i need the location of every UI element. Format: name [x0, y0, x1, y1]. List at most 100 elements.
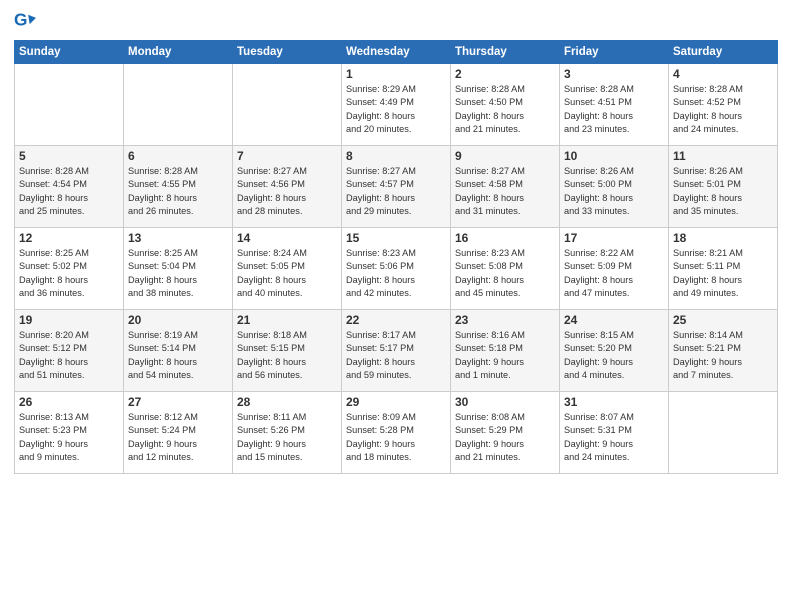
day-number: 7 — [237, 149, 337, 163]
day-cell: 6 Sunrise: 8:28 AM Sunset: 4:55 PM Daylig… — [124, 146, 233, 228]
calendar-table: SundayMondayTuesdayWednesdayThursdayFrid… — [14, 40, 778, 474]
day-info: Sunrise: 8:22 AM Sunset: 5:09 PM Dayligh… — [564, 247, 664, 300]
day-number: 18 — [673, 231, 773, 245]
day-cell: 11 Sunrise: 8:26 AM Sunset: 5:01 PM Dayli… — [669, 146, 778, 228]
day-number: 5 — [19, 149, 119, 163]
day-cell: 7 Sunrise: 8:27 AM Sunset: 4:56 PM Daylig… — [233, 146, 342, 228]
day-info: Sunrise: 8:08 AM Sunset: 5:29 PM Dayligh… — [455, 411, 555, 464]
day-info: Sunrise: 8:23 AM Sunset: 5:08 PM Dayligh… — [455, 247, 555, 300]
day-number: 8 — [346, 149, 446, 163]
day-info: Sunrise: 8:15 AM Sunset: 5:20 PM Dayligh… — [564, 329, 664, 382]
day-cell — [669, 392, 778, 474]
day-number: 6 — [128, 149, 228, 163]
day-info: Sunrise: 8:28 AM Sunset: 4:52 PM Dayligh… — [673, 83, 773, 136]
calendar-body: 1 Sunrise: 8:29 AM Sunset: 4:49 PM Daylig… — [15, 64, 778, 474]
day-number: 12 — [19, 231, 119, 245]
day-cell: 26 Sunrise: 8:13 AM Sunset: 5:23 PM Dayli… — [15, 392, 124, 474]
day-number: 11 — [673, 149, 773, 163]
day-cell: 22Sunrise: 8:17 AM Sunset: 5:17 PM Dayli… — [342, 310, 451, 392]
day-number: 23 — [455, 313, 555, 327]
day-info: Sunrise: 8:07 AM Sunset: 5:31 PM Dayligh… — [564, 411, 664, 464]
day-info: Sunrise: 8:27 AM Sunset: 4:57 PM Dayligh… — [346, 165, 446, 218]
day-cell — [15, 64, 124, 146]
svg-text:G: G — [14, 10, 27, 30]
week-row-1: 1 Sunrise: 8:29 AM Sunset: 4:49 PM Daylig… — [15, 64, 778, 146]
day-number: 15 — [346, 231, 446, 245]
day-number: 13 — [128, 231, 228, 245]
day-info: Sunrise: 8:19 AM Sunset: 5:14 PM Dayligh… — [128, 329, 228, 382]
header: G — [14, 10, 778, 32]
day-info: Sunrise: 8:28 AM Sunset: 4:51 PM Dayligh… — [564, 83, 664, 136]
day-cell: 27Sunrise: 8:12 AM Sunset: 5:24 PM Dayli… — [124, 392, 233, 474]
day-info: Sunrise: 8:29 AM Sunset: 4:49 PM Dayligh… — [346, 83, 446, 136]
day-cell: 23 Sunrise: 8:16 AM Sunset: 5:18 PM Dayli… — [451, 310, 560, 392]
day-number: 19 — [19, 313, 119, 327]
day-cell: 25 Sunrise: 8:14 AM Sunset: 5:21 PM Dayli… — [669, 310, 778, 392]
day-info: Sunrise: 8:09 AM Sunset: 5:28 PM Dayligh… — [346, 411, 446, 464]
day-cell: 30 Sunrise: 8:08 AM Sunset: 5:29 PM Dayli… — [451, 392, 560, 474]
day-cell: 28 Sunrise: 8:11 AM Sunset: 5:26 PM Dayli… — [233, 392, 342, 474]
day-info: Sunrise: 8:27 AM Sunset: 4:58 PM Dayligh… — [455, 165, 555, 218]
day-info: Sunrise: 8:17 AM Sunset: 5:17 PM Dayligh… — [346, 329, 446, 382]
week-row-2: 5 Sunrise: 8:28 AM Sunset: 4:54 PM Daylig… — [15, 146, 778, 228]
header-cell-monday: Monday — [124, 41, 233, 64]
day-cell: 8 Sunrise: 8:27 AM Sunset: 4:57 PM Daylig… — [342, 146, 451, 228]
day-cell: 12 Sunrise: 8:25 AM Sunset: 5:02 PM Dayli… — [15, 228, 124, 310]
header-row: SundayMondayTuesdayWednesdayThursdayFrid… — [15, 41, 778, 64]
day-info: Sunrise: 8:24 AM Sunset: 5:05 PM Dayligh… — [237, 247, 337, 300]
day-info: Sunrise: 8:13 AM Sunset: 5:23 PM Dayligh… — [19, 411, 119, 464]
day-info: Sunrise: 8:26 AM Sunset: 5:00 PM Dayligh… — [564, 165, 664, 218]
day-number: 30 — [455, 395, 555, 409]
day-cell: 10 Sunrise: 8:26 AM Sunset: 5:00 PM Dayli… — [560, 146, 669, 228]
day-info: Sunrise: 8:28 AM Sunset: 4:54 PM Dayligh… — [19, 165, 119, 218]
day-number: 24 — [564, 313, 664, 327]
header-cell-saturday: Saturday — [669, 41, 778, 64]
day-number: 28 — [237, 395, 337, 409]
day-cell: 29 Sunrise: 8:09 AM Sunset: 5:28 PM Dayli… — [342, 392, 451, 474]
day-info: Sunrise: 8:14 AM Sunset: 5:21 PM Dayligh… — [673, 329, 773, 382]
day-cell: 20 Sunrise: 8:19 AM Sunset: 5:14 PM Dayli… — [124, 310, 233, 392]
header-cell-thursday: Thursday — [451, 41, 560, 64]
header-cell-friday: Friday — [560, 41, 669, 64]
day-cell: 5 Sunrise: 8:28 AM Sunset: 4:54 PM Daylig… — [15, 146, 124, 228]
day-info: Sunrise: 8:11 AM Sunset: 5:26 PM Dayligh… — [237, 411, 337, 464]
day-number: 26 — [19, 395, 119, 409]
logo-icon: G — [14, 10, 36, 32]
day-cell: 1 Sunrise: 8:29 AM Sunset: 4:49 PM Daylig… — [342, 64, 451, 146]
header-cell-sunday: Sunday — [15, 41, 124, 64]
week-row-3: 12 Sunrise: 8:25 AM Sunset: 5:02 PM Dayli… — [15, 228, 778, 310]
logo: G — [14, 10, 38, 32]
day-number: 10 — [564, 149, 664, 163]
day-number: 9 — [455, 149, 555, 163]
day-info: Sunrise: 8:26 AM Sunset: 5:01 PM Dayligh… — [673, 165, 773, 218]
day-number: 1 — [346, 67, 446, 81]
day-info: Sunrise: 8:27 AM Sunset: 4:56 PM Dayligh… — [237, 165, 337, 218]
week-row-5: 26 Sunrise: 8:13 AM Sunset: 5:23 PM Dayli… — [15, 392, 778, 474]
day-info: Sunrise: 8:25 AM Sunset: 5:04 PM Dayligh… — [128, 247, 228, 300]
day-info: Sunrise: 8:23 AM Sunset: 5:06 PM Dayligh… — [346, 247, 446, 300]
day-cell: 15 Sunrise: 8:23 AM Sunset: 5:06 PM Dayli… — [342, 228, 451, 310]
day-cell: 4 Sunrise: 8:28 AM Sunset: 4:52 PM Daylig… — [669, 64, 778, 146]
day-number: 14 — [237, 231, 337, 245]
calendar-container: G SundayMondayTuesdayWednesdayThursdayFr… — [0, 0, 792, 612]
day-number: 29 — [346, 395, 446, 409]
header-cell-wednesday: Wednesday — [342, 41, 451, 64]
day-info: Sunrise: 8:18 AM Sunset: 5:15 PM Dayligh… — [237, 329, 337, 382]
day-number: 20 — [128, 313, 228, 327]
day-cell: 9 Sunrise: 8:27 AM Sunset: 4:58 PM Daylig… — [451, 146, 560, 228]
day-info: Sunrise: 8:12 AM Sunset: 5:24 PM Dayligh… — [128, 411, 228, 464]
day-info: Sunrise: 8:28 AM Sunset: 4:50 PM Dayligh… — [455, 83, 555, 136]
day-info: Sunrise: 8:21 AM Sunset: 5:11 PM Dayligh… — [673, 247, 773, 300]
day-info: Sunrise: 8:16 AM Sunset: 5:18 PM Dayligh… — [455, 329, 555, 382]
day-number: 4 — [673, 67, 773, 81]
day-info: Sunrise: 8:28 AM Sunset: 4:55 PM Dayligh… — [128, 165, 228, 218]
day-cell: 18 Sunrise: 8:21 AM Sunset: 5:11 PM Dayli… — [669, 228, 778, 310]
day-info: Sunrise: 8:25 AM Sunset: 5:02 PM Dayligh… — [19, 247, 119, 300]
day-cell: 16Sunrise: 8:23 AM Sunset: 5:08 PM Dayli… — [451, 228, 560, 310]
day-cell: 2Sunrise: 8:28 AM Sunset: 4:50 PM Daylig… — [451, 64, 560, 146]
day-number: 21 — [237, 313, 337, 327]
day-cell: 17Sunrise: 8:22 AM Sunset: 5:09 PM Dayli… — [560, 228, 669, 310]
day-info: Sunrise: 8:20 AM Sunset: 5:12 PM Dayligh… — [19, 329, 119, 382]
day-number: 25 — [673, 313, 773, 327]
day-number: 3 — [564, 67, 664, 81]
